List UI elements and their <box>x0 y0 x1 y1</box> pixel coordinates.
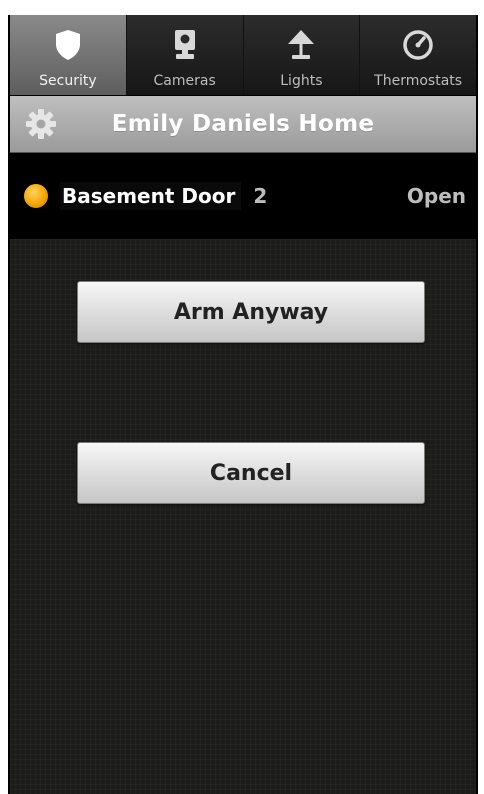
tab-label: Security <box>39 73 97 89</box>
sensor-status-row: Basement Door 2 Open <box>10 153 476 239</box>
header-bar: Emily Daniels Home <box>10 96 476 153</box>
thermostat-icon <box>398 25 438 65</box>
status-indicator <box>24 184 48 208</box>
tab-label: Lights <box>280 73 323 89</box>
gear-icon[interactable] <box>24 107 58 141</box>
device-state: Open <box>406 184 466 208</box>
content-area: Arm Anyway Cancel <box>10 239 476 794</box>
shield-icon <box>48 25 88 65</box>
tab-label: Cameras <box>153 73 216 89</box>
cancel-button[interactable]: Cancel <box>77 442 425 504</box>
device-count: 2 <box>253 184 268 208</box>
app-screen: Security Cameras Lights Thermostats Emil… <box>8 15 478 794</box>
tab-bar: Security Cameras Lights Thermostats <box>10 15 476 96</box>
page-title: Emily Daniels Home <box>111 111 375 137</box>
tab-security[interactable]: Security <box>10 15 127 95</box>
tab-label: Thermostats <box>374 73 463 89</box>
lamp-icon <box>281 25 321 65</box>
arm-anyway-button[interactable]: Arm Anyway <box>77 281 425 343</box>
device-name: Basement Door <box>60 182 242 210</box>
camera-icon <box>165 25 205 65</box>
tab-cameras[interactable]: Cameras <box>126 15 244 95</box>
tab-lights[interactable]: Lights <box>243 15 361 95</box>
tab-thermostats[interactable]: Thermostats <box>360 15 476 95</box>
